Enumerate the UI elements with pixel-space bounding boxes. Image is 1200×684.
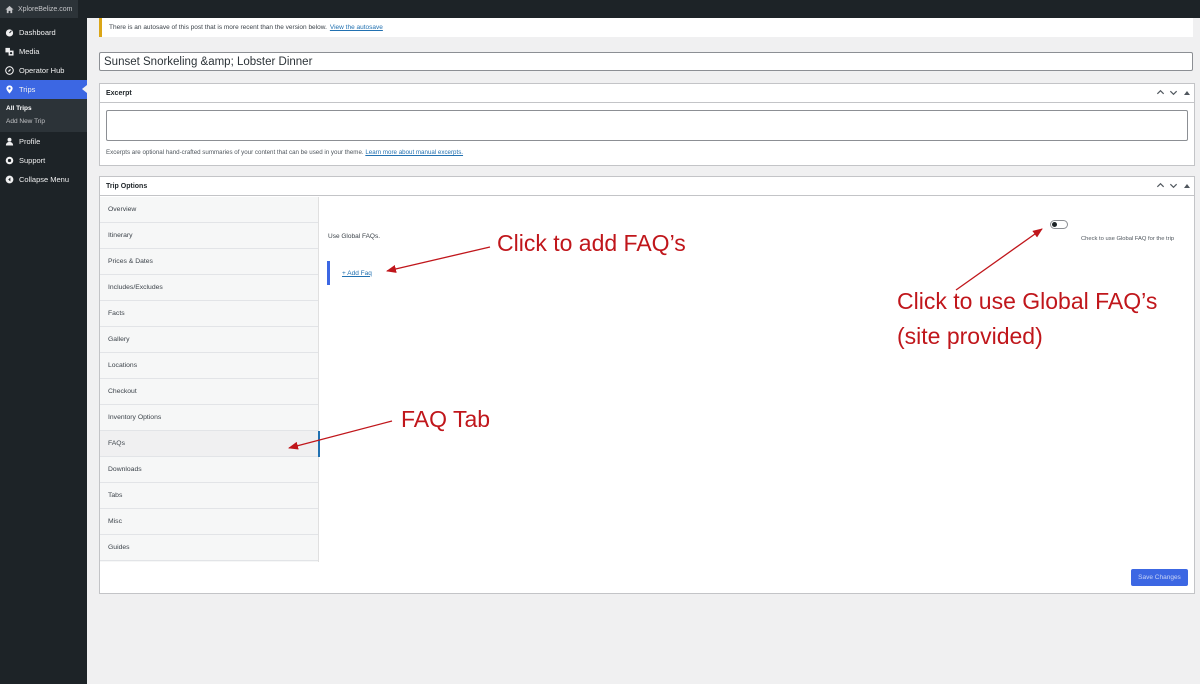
sidebar-item-support[interactable]: Support: [0, 151, 87, 170]
tab-downloads[interactable]: Downloads: [100, 457, 318, 483]
submenu-item-all-trips[interactable]: All Trips: [0, 102, 87, 115]
support-icon: [5, 156, 14, 165]
chevron-up-icon[interactable]: [1156, 88, 1165, 97]
tab-checkout[interactable]: Checkout: [100, 379, 318, 405]
sidebar-item-profile[interactable]: Profile: [0, 132, 87, 151]
tab-prices-dates[interactable]: Prices & Dates: [100, 249, 318, 275]
sidebar-item-trips[interactable]: Trips: [0, 80, 87, 99]
user-icon: [5, 137, 14, 146]
tab-facts[interactable]: Facts: [100, 301, 318, 327]
trips-submenu: All Trips Add New Trip: [0, 99, 87, 132]
trip-options-title: Trip Options: [106, 182, 148, 190]
toggle-knob: [1052, 222, 1057, 227]
tab-overview[interactable]: Overview: [100, 197, 318, 223]
add-faq-container: + Add Faq: [327, 261, 372, 285]
sidebar-item-label: Support: [19, 156, 46, 165]
compass-icon: [5, 66, 14, 75]
toggle-panel-icon[interactable]: [1184, 90, 1190, 95]
excerpt-textarea[interactable]: [106, 110, 1188, 141]
tab-guides[interactable]: Guides: [100, 535, 318, 561]
tab-includes-excludes[interactable]: Includes/Excludes: [100, 275, 318, 301]
site-name: XploreBelize.com: [18, 5, 73, 13]
annotation-add-faq: Click to add FAQ’s: [497, 230, 686, 256]
notice-text: There is an autosave of this post that i…: [109, 24, 327, 31]
collapse-icon: [5, 175, 14, 184]
location-pin-icon: [5, 85, 14, 94]
autosave-notice: There is an autosave of this post that i…: [99, 18, 1193, 37]
dashboard-icon: [5, 28, 14, 37]
chevron-up-icon[interactable]: [1156, 181, 1165, 190]
tab-itinerary[interactable]: Itinerary: [100, 223, 318, 249]
use-global-faqs-label: Use Global FAQs.: [328, 233, 381, 240]
chevron-down-icon[interactable]: [1169, 88, 1178, 97]
annotation-global-faq-line2: (site provided): [897, 323, 1043, 349]
global-faq-hint: Check to use Global FAQ for the trip: [1081, 236, 1175, 242]
tab-gallery[interactable]: Gallery: [100, 327, 318, 353]
excerpt-help-text: Excerpts are optional hand-crafted summa…: [106, 149, 364, 156]
global-faq-toggle[interactable]: [1050, 220, 1068, 229]
chevron-down-icon[interactable]: [1169, 181, 1178, 190]
sidebar-item-label: Collapse Menu: [19, 175, 70, 184]
sidebar-item-label: Profile: [19, 137, 41, 146]
admin-sidebar: Dashboard Media Operator Hub Trips All T…: [0, 18, 87, 684]
home-icon: [5, 5, 14, 13]
tab-inventory-options[interactable]: Inventory Options: [100, 405, 318, 431]
toggle-panel-icon[interactable]: [1184, 183, 1190, 188]
tab-locations[interactable]: Locations: [100, 353, 318, 379]
media-icon: [5, 47, 14, 56]
sidebar-item-operator-hub[interactable]: Operator Hub: [0, 61, 87, 80]
trip-options-tabs: Overview Itinerary Prices & Dates Includ…: [100, 197, 320, 562]
sidebar-item-dashboard[interactable]: Dashboard: [0, 23, 87, 42]
save-changes-button[interactable]: Save Changes: [1131, 569, 1188, 586]
excerpt-postbox: Excerpt Excerpts are optional hand-craft…: [99, 83, 1195, 166]
sidebar-item-label: Trips: [19, 85, 36, 94]
annotation-global-faq-line1: Click to use Global FAQ’s: [897, 288, 1158, 314]
post-title-input[interactable]: Sunset Snorkeling &amp; Lobster Dinner: [99, 52, 1193, 71]
add-faq-link[interactable]: + Add Faq: [342, 270, 372, 277]
sidebar-item-label: Media: [19, 47, 40, 56]
excerpt-title: Excerpt: [106, 89, 132, 97]
sidebar-item-media[interactable]: Media: [0, 42, 87, 61]
annotation-faq-tab: FAQ Tab: [401, 406, 491, 432]
submenu-item-add-new-trip[interactable]: Add New Trip: [0, 115, 87, 128]
tab-faqs[interactable]: FAQs: [100, 431, 320, 457]
tab-misc[interactable]: Misc: [100, 509, 318, 535]
sidebar-item-label: Operator Hub: [19, 66, 65, 75]
tab-tabs[interactable]: Tabs: [100, 483, 318, 509]
admin-bar: XploreBelize.com: [0, 0, 1200, 18]
excerpt-help: Excerpts are optional hand-crafted summa…: [106, 149, 463, 156]
site-name-link[interactable]: XploreBelize.com: [0, 0, 78, 18]
view-autosave-link[interactable]: View the autosave: [330, 24, 383, 31]
excerpt-learn-more-link[interactable]: Learn more about manual excerpts.: [365, 149, 463, 156]
sidebar-item-label: Dashboard: [19, 28, 56, 37]
sidebar-item-collapse-menu[interactable]: Collapse Menu: [0, 170, 87, 189]
